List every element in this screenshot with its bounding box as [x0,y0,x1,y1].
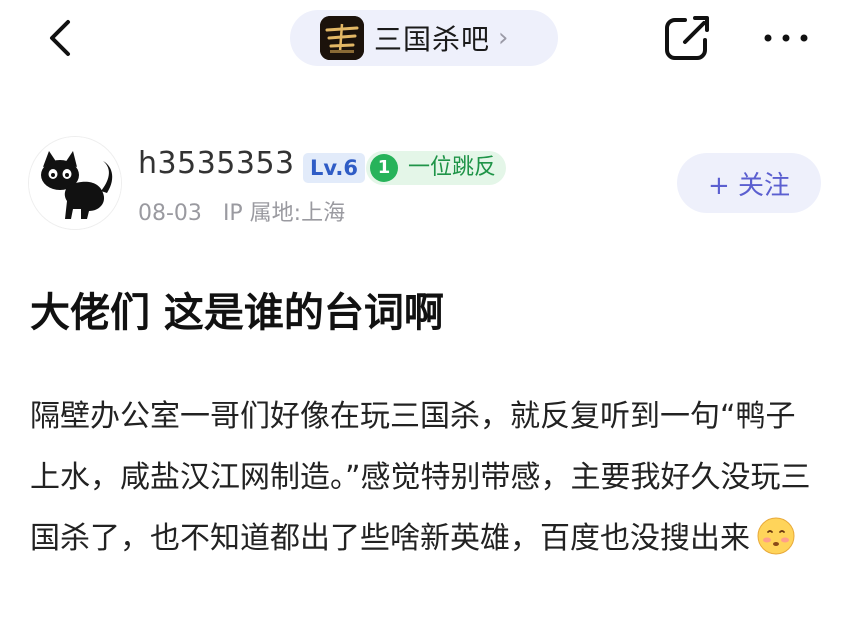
post-title: 大佬们 这是谁的台词啊 [30,290,444,336]
fan-rank-badge: 1 一位跳反 [366,151,506,185]
follow-button[interactable]: + 关注 [677,153,821,213]
level-badge: Lv.6 [303,153,365,183]
shy-face-emoji [757,517,795,555]
fan-rank-label: 一位跳反 [408,155,497,180]
edit-icon [665,16,709,60]
author-avatar[interactable] [28,136,122,230]
fan-rank-number: 1 [370,154,398,182]
more-options-button[interactable] [760,22,812,54]
author-username[interactable]: h3535353 [138,146,295,181]
chevron-left-icon [50,20,70,56]
post-body: 隔壁办公室一哥们好像在玩三国杀，就反复听到一句“鸭子上水，咸盐汉江网制造。”感觉… [30,386,820,569]
forum-name: 三国杀吧 [374,23,491,56]
post-meta: 08-03 IP 属地:上海 [138,195,359,227]
back-button[interactable] [40,14,84,62]
forum-link[interactable]: 三国杀吧 › [290,10,558,66]
ip-location: IP 属地:上海 [222,201,346,226]
forum-logo [320,16,364,60]
post-body-text: 隔壁办公室一哥们好像在玩三国杀，就反复听到一句“鸭子上水，咸盐汉江网制造。”感觉… [30,399,811,556]
chevron-right-icon: › [498,23,509,53]
top-navigation-bar: 三国杀吧 › [0,0,849,78]
post-date: 08-03 [138,201,202,226]
edit-button[interactable] [661,12,713,64]
more-icon [764,34,808,42]
